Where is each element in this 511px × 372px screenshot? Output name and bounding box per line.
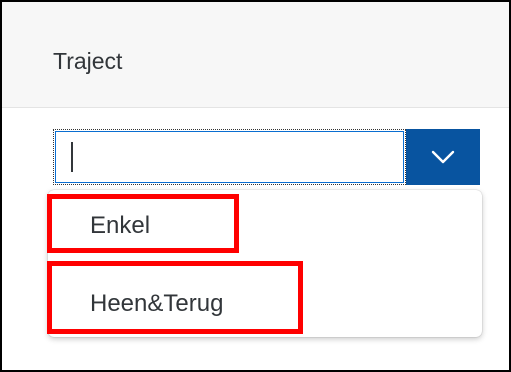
option-heen-terug[interactable]: Heen&Terug (48, 270, 482, 330)
option-enkel[interactable]: Enkel (48, 196, 482, 256)
chevron-down-icon (431, 150, 455, 164)
field-label: Traject (53, 48, 123, 74)
dialog-frame: Traject Enkel Heen&Terug (0, 0, 511, 372)
dropdown-toggle-button[interactable] (406, 129, 480, 185)
traject-combobox[interactable] (53, 129, 480, 185)
field-header: Traject (2, 2, 509, 108)
text-caret (71, 142, 73, 172)
option-label: Enkel (90, 212, 151, 239)
option-label: Heen&Terug (90, 290, 224, 317)
dropdown-list: Enkel Heen&Terug (48, 190, 482, 337)
traject-input[interactable] (53, 129, 406, 185)
